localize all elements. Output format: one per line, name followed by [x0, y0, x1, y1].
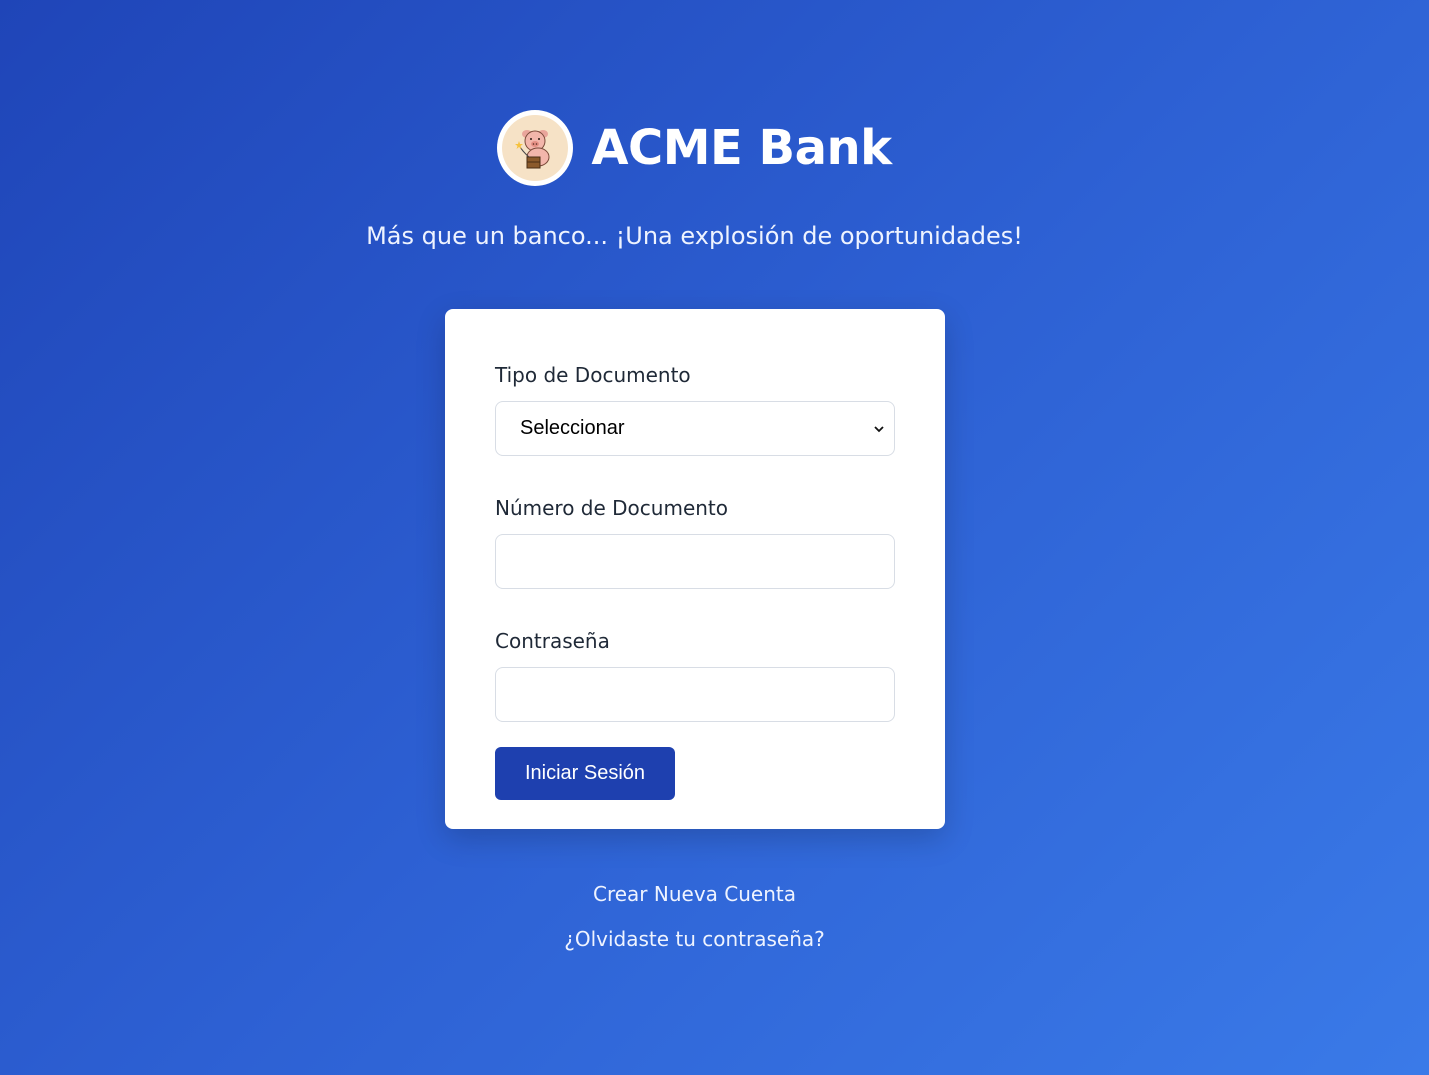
password-input[interactable]	[495, 667, 895, 722]
brand-title: ACME Bank	[591, 120, 892, 176]
document-type-selected-value: Seleccionar	[520, 417, 625, 439]
brand-header: ACME Bank	[0, 110, 1409, 186]
chevron-down-icon	[874, 425, 884, 432]
forgot-password-link[interactable]: ¿Olvidaste tu contraseña?	[0, 925, 1409, 953]
document-number-input[interactable]	[495, 534, 895, 589]
document-number-label: Número de Documento	[495, 496, 729, 520]
document-type-label: Tipo de Documento	[495, 363, 691, 387]
auth-links: Crear Nueva Cuenta ¿Olvidaste tu contras…	[0, 880, 1409, 970]
tagline: Más que un banco... ¡Una explosión de op…	[366, 222, 1023, 250]
create-account-link[interactable]: Crear Nueva Cuenta	[0, 880, 1409, 908]
login-button[interactable]: Iniciar Sesión	[495, 747, 675, 800]
document-type-select[interactable]: Seleccionar	[495, 401, 895, 456]
pig-logo-icon	[497, 110, 574, 186]
login-card: Tipo de Documento Seleccionar Número de …	[445, 309, 945, 829]
password-label: Contraseña	[495, 629, 610, 653]
